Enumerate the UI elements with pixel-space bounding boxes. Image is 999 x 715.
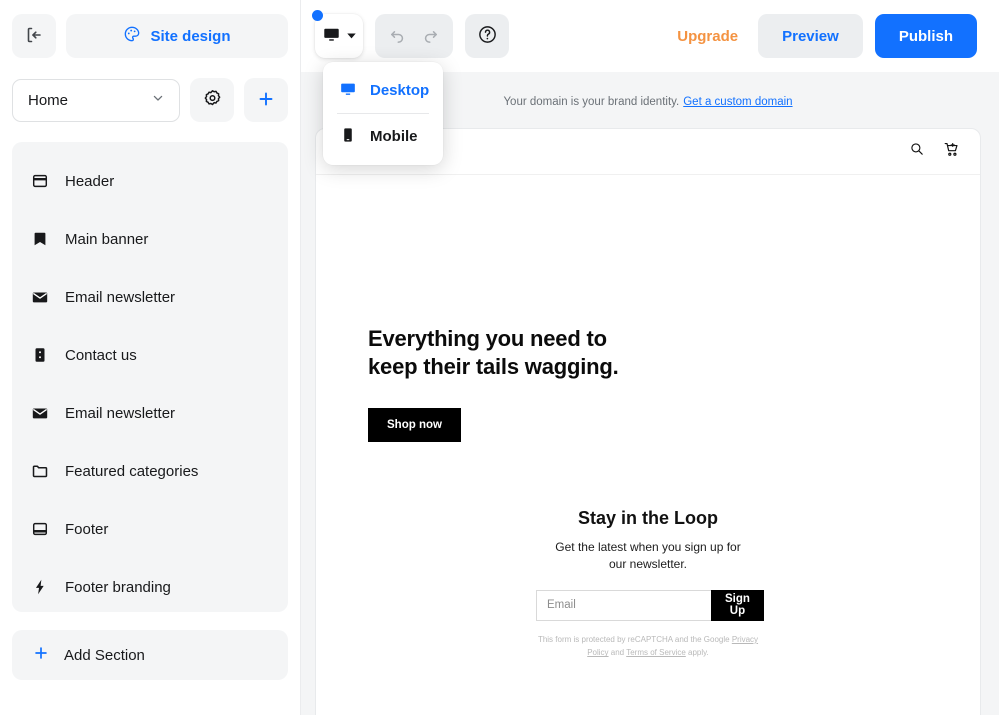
page-settings-button[interactable] (190, 78, 234, 122)
store-header-icons (909, 141, 960, 163)
undo-button[interactable] (383, 21, 413, 51)
left-sidebar: Site design Home (0, 0, 300, 715)
device-menu-label: Desktop (370, 82, 429, 99)
site-preview-frame: emo - SPOS Everything you need to keep t… (315, 128, 981, 715)
device-dropdown-menu: Desktop Mobile (323, 62, 443, 165)
chevron-down-icon (346, 29, 357, 44)
sidebar-top-row: Site design (12, 14, 288, 58)
search-icon[interactable] (909, 141, 925, 162)
upgrade-button[interactable]: Upgrade (669, 28, 746, 45)
banner-icon (30, 229, 50, 249)
section-item-contact-us[interactable]: Contact us (12, 326, 288, 384)
undo-redo-group (375, 14, 453, 58)
add-section-button[interactable]: Add Section (12, 630, 288, 680)
section-label: Contact us (65, 347, 137, 364)
redo-button[interactable] (416, 21, 446, 51)
contact-icon (30, 345, 50, 365)
palette-icon (123, 25, 141, 47)
section-item-main-banner[interactable]: Main banner (12, 210, 288, 268)
question-mark-icon (477, 24, 498, 48)
section-label: Email newsletter (65, 405, 175, 422)
terms-of-service-link[interactable]: Terms of Service (626, 648, 686, 657)
add-section-label: Add Section (64, 647, 145, 664)
monitor-icon (322, 25, 341, 47)
panel-collapse-icon (24, 25, 44, 48)
device-selector-button[interactable] (315, 14, 363, 58)
footer-icon (30, 519, 50, 539)
fine-print-text-3: apply. (686, 648, 709, 657)
envelope-icon (30, 287, 50, 307)
sidebar-page-row: Home (12, 78, 288, 122)
chevron-down-icon (150, 90, 166, 110)
section-item-header[interactable]: Header (12, 152, 288, 210)
site-design-button[interactable]: Site design (66, 14, 288, 58)
editor-main-pane: Upgrade Preview Publish Desktop Mobile (300, 0, 999, 715)
publish-button[interactable]: Publish (875, 14, 977, 58)
redo-icon (421, 25, 440, 47)
domain-banner-text: Your domain is your brand identity. (503, 96, 679, 108)
section-item-footer-branding[interactable]: Footer branding (12, 558, 288, 612)
page-selector-value: Home (28, 92, 68, 109)
section-item-email-newsletter-1[interactable]: Email newsletter (12, 268, 288, 326)
hero-section: Everything you need to keep their tails … (316, 175, 980, 442)
page-selector[interactable]: Home (12, 79, 180, 122)
monitor-icon (339, 80, 357, 102)
section-label: Main banner (65, 231, 148, 248)
plus-icon (32, 644, 50, 666)
newsletter-title: Stay in the Loop (316, 508, 980, 529)
section-item-footer[interactable]: Footer (12, 500, 288, 558)
envelope-icon (30, 403, 50, 423)
folder-icon (30, 461, 50, 481)
fine-print-text-1: This form is protected by reCAPTCHA and … (538, 635, 732, 644)
newsletter-form: Sign Up (536, 590, 760, 621)
section-item-featured-categories[interactable]: Featured categories (12, 442, 288, 500)
header-icon (30, 171, 50, 191)
section-label: Footer (65, 521, 108, 538)
section-item-email-newsletter-2[interactable]: Email newsletter (12, 384, 288, 442)
section-label: Featured categories (65, 463, 198, 480)
get-custom-domain-link[interactable]: Get a custom domain (683, 96, 792, 108)
collapse-panel-button[interactable] (12, 14, 56, 58)
gear-icon (202, 88, 223, 112)
device-menu-label: Mobile (370, 128, 418, 145)
add-page-button[interactable] (244, 78, 288, 122)
newsletter-signup-button[interactable]: Sign Up (711, 590, 764, 621)
site-builder-app: Site design Home (0, 0, 999, 715)
fine-print-text-2: and (609, 648, 627, 657)
shop-now-button[interactable]: Shop now (368, 408, 461, 442)
newsletter-subtitle: Get the latest when you sign up for our … (548, 539, 748, 574)
bolt-icon (30, 577, 50, 597)
recaptcha-fine-print: This form is protected by reCAPTCHA and … (537, 633, 759, 660)
hero-heading: Everything you need to keep their tails … (368, 325, 638, 380)
device-menu-item-mobile[interactable]: Mobile (323, 114, 443, 159)
device-menu-item-desktop[interactable]: Desktop (323, 68, 443, 113)
plus-icon (256, 89, 276, 112)
newsletter-section: Stay in the Loop Get the latest when you… (316, 508, 980, 690)
section-label: Header (65, 173, 114, 190)
preview-canvas: Your domain is your brand identity. Get … (301, 72, 999, 715)
toolbar-right-group: Upgrade Preview Publish (669, 14, 977, 58)
sections-list: Header Main banner Email newsletter Cont… (12, 142, 288, 612)
undo-icon (388, 25, 407, 47)
site-design-label: Site design (150, 28, 230, 45)
help-button[interactable] (465, 14, 509, 58)
unsaved-indicator-dot (312, 10, 323, 21)
newsletter-email-input[interactable] (536, 590, 711, 621)
preview-button[interactable]: Preview (758, 14, 863, 58)
cart-icon[interactable] (943, 141, 960, 163)
section-label: Email newsletter (65, 289, 175, 306)
section-label: Footer branding (65, 579, 171, 596)
phone-icon (339, 126, 357, 148)
toolbar-left-group (315, 14, 509, 58)
